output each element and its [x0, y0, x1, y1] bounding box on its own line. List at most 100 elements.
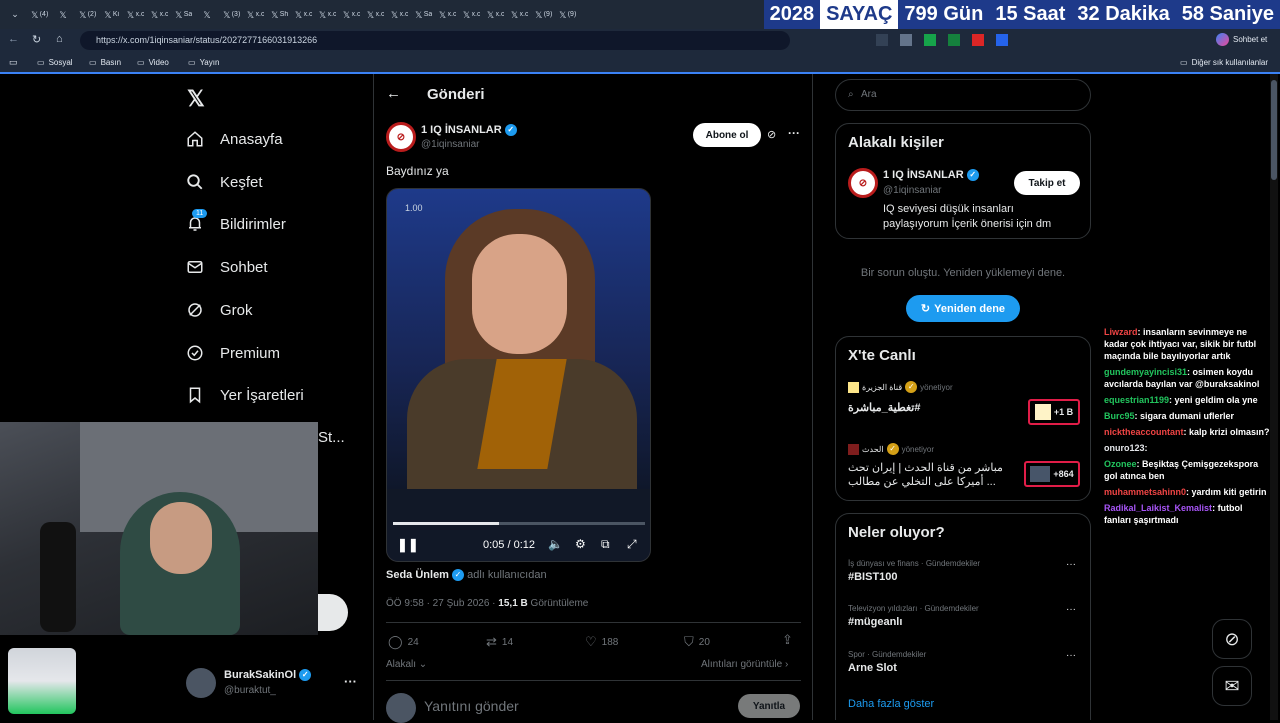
more-icon[interactable]: ··· [788, 126, 800, 140]
sidebar-item-messages[interactable]: Sohbet [186, 258, 268, 276]
extension-icon[interactable] [924, 34, 936, 46]
back-icon[interactable]: ← [386, 85, 401, 102]
browser-tab[interactable]: 𝕏 (9) [532, 4, 554, 26]
post-time[interactable]: ÖÖ 9:58 · 27 Şub 2026 · [386, 598, 496, 609]
grok-icon[interactable]: ⊘ [767, 128, 776, 141]
bookmark-folder[interactable]: ▭ Sosyal [37, 58, 73, 67]
bookmark-folder[interactable]: ▭ Video [137, 58, 169, 67]
browser-tab[interactable]: 𝕏 [52, 4, 74, 26]
browser-tab[interactable]: 𝕏x.c [460, 4, 482, 26]
share-icon[interactable]: ⇪ [782, 632, 793, 648]
browser-tab[interactable]: 𝕏 (4) [28, 4, 50, 26]
credit-name[interactable]: Seda Ünlem [386, 569, 449, 581]
sidebar-toggle-icon[interactable]: ▭ [9, 57, 18, 68]
bookmark-action[interactable]: ⛉ 20 [684, 634, 710, 650]
post-button-partial[interactable] [318, 594, 348, 631]
fullscreen-icon[interactable]: ⤢ [627, 537, 637, 552]
browser-tab[interactable]: 𝕏x.c [244, 4, 266, 26]
extension-icon[interactable] [900, 34, 912, 46]
more-icon[interactable]: ··· [1066, 650, 1076, 661]
sort-dropdown[interactable]: Alakalı ⌄ [386, 659, 427, 670]
extension-icon[interactable] [876, 34, 888, 46]
view-quotes-link[interactable]: Alıntıları görüntüle › [701, 659, 788, 670]
messages-float-button[interactable]: ✉ [1212, 666, 1252, 706]
browser-tab[interactable]: 𝕏 [196, 4, 218, 26]
extension-icon[interactable] [948, 34, 960, 46]
like-action[interactable]: ♡ 188 [585, 634, 618, 650]
more-icon[interactable]: ··· [344, 674, 357, 689]
browser-tab[interactable]: 𝕏x.c [388, 4, 410, 26]
repost-action[interactable]: ⇄ 14 [486, 634, 513, 650]
search-input[interactable]: ⌕ Ara [835, 79, 1091, 111]
more-icon[interactable]: ··· [1066, 604, 1076, 615]
more-icon[interactable]: ··· [1066, 559, 1076, 570]
browser-tab[interactable]: 𝕏x.c [148, 4, 170, 26]
home-icon[interactable]: ⌂ [56, 33, 63, 45]
browser-tab[interactable]: 𝕏 Sh [268, 4, 290, 26]
browser-tab[interactable]: 𝕏x.c [124, 4, 146, 26]
reply-input[interactable]: Yanıtını gönder [424, 698, 519, 714]
bookmark-folder[interactable]: ▭ Basın [89, 58, 121, 67]
x-logo-icon[interactable]: 𝕏 [187, 86, 205, 112]
subscribe-button[interactable]: Abone ol [693, 123, 761, 147]
sidebar-item-notifications[interactable]: Bildirimler 11 [186, 209, 286, 233]
video-player[interactable]: 1.00 ❚❚ 0:05 / 0:12 🔈 ⚙ ⧉ ⤢ [386, 188, 651, 562]
browser-tab[interactable]: 𝕏x.c [436, 4, 458, 26]
author-avatar[interactable]: ⊘ [386, 122, 416, 152]
browser-tab[interactable]: 𝕏 (9) [556, 4, 578, 26]
grok-float-button[interactable]: ⊘ [1212, 619, 1252, 659]
volume-icon[interactable]: 🔈 [548, 537, 563, 551]
extension-icon[interactable] [972, 34, 984, 46]
counter-year: 2028 [769, 3, 815, 25]
back-icon[interactable]: ← [8, 33, 19, 45]
extension-icon[interactable] [996, 34, 1008, 46]
browser-tab[interactable]: 𝕏 (3) [220, 4, 242, 26]
sidebar-item-home[interactable]: Anasayfa [186, 130, 283, 148]
live-item[interactable]: قناة الجزيرة ✓ yönetiyor تغطية_مباشرة# +… [848, 381, 1080, 431]
account-handle: @buraktut_ [224, 685, 276, 696]
pause-icon[interactable]: ❚❚ [397, 537, 419, 553]
reply-action[interactable]: ◯ 24 [388, 634, 419, 650]
sidebar-item-bookmarks[interactable]: Yer İşaretleri [186, 386, 304, 404]
browser-tab[interactable]: 𝕏x.c [484, 4, 506, 26]
account-switcher[interactable]: BurakSakinOl ✓ @buraktut_ ··· [186, 668, 366, 698]
reply-button[interactable]: Yanıtla [738, 694, 800, 718]
browser-tab[interactable]: 𝕏 Sa [172, 4, 194, 26]
follow-button[interactable]: Takip et [1014, 171, 1080, 195]
retry-button[interactable]: ↻ Yeniden dene [906, 295, 1020, 322]
url-bar[interactable]: https://x.com/1iqinsaniar/status/2027277… [80, 31, 790, 50]
refresh-icon[interactable]: ↻ [32, 33, 41, 46]
pip-icon[interactable]: ⧉ [601, 537, 610, 552]
author-name-row[interactable]: 1 IQ İNSANLAR ✓ [421, 124, 517, 137]
sidebar-item-more[interactable]: St... [318, 429, 345, 446]
browser-tab[interactable]: 𝕏x.c [316, 4, 338, 26]
browser-tab[interactable]: 𝕏x.c [364, 4, 386, 26]
avatar [386, 693, 416, 723]
trend-item[interactable]: Spor · Gündemdekiler Arne Slot ··· [848, 650, 1080, 674]
live-item[interactable]: الحدث ✓ yönetiyor مباشر من قناة الحدث | … [848, 443, 1080, 497]
other-bookmarks[interactable]: ▭ Diğer sık kullanılanlar [1180, 58, 1268, 67]
related-avatar[interactable]: ⊘ [848, 168, 878, 198]
sidebar-item-explore[interactable]: Keşfet [186, 173, 263, 191]
author-handle[interactable]: @1iqinsaniar [421, 139, 480, 150]
bookmark-folder[interactable]: ▭ Yayın [188, 58, 219, 67]
tab-menu-button[interactable]: ⌄ [4, 4, 26, 26]
browser-tab[interactable]: 𝕏 Ki [100, 4, 122, 26]
scrollbar-thumb[interactable] [1271, 80, 1277, 180]
sidebar-item-label: Keşfet [220, 173, 263, 191]
sidebar-item-premium[interactable]: Premium [186, 344, 280, 362]
trend-item[interactable]: İş dünyası ve finans · Gündemdekiler #BI… [848, 559, 1080, 583]
trend-item[interactable]: Televizyon yıldızları · Gündemdekiler #m… [848, 604, 1080, 628]
chat-button[interactable]: Sohbet et [1216, 33, 1267, 46]
show-more-link[interactable]: Daha fazla göster [848, 698, 934, 710]
browser-tab[interactable]: 𝕏x.c [508, 4, 530, 26]
sidebar-item-grok[interactable]: Grok [186, 301, 253, 319]
video-progress-track[interactable] [393, 522, 645, 525]
browser-tab[interactable]: 𝕏x.c [292, 4, 314, 26]
settings-icon[interactable]: ⚙ [575, 537, 586, 551]
browser-tab[interactable]: 𝕏 (2) [76, 4, 98, 26]
browser-tab[interactable]: 𝕏 Sa [412, 4, 434, 26]
scrollbar[interactable] [1270, 74, 1278, 720]
browser-tab[interactable]: 𝕏x.c [340, 4, 362, 26]
related-name-row[interactable]: 1 IQ İNSANLAR ✓ [883, 169, 979, 182]
